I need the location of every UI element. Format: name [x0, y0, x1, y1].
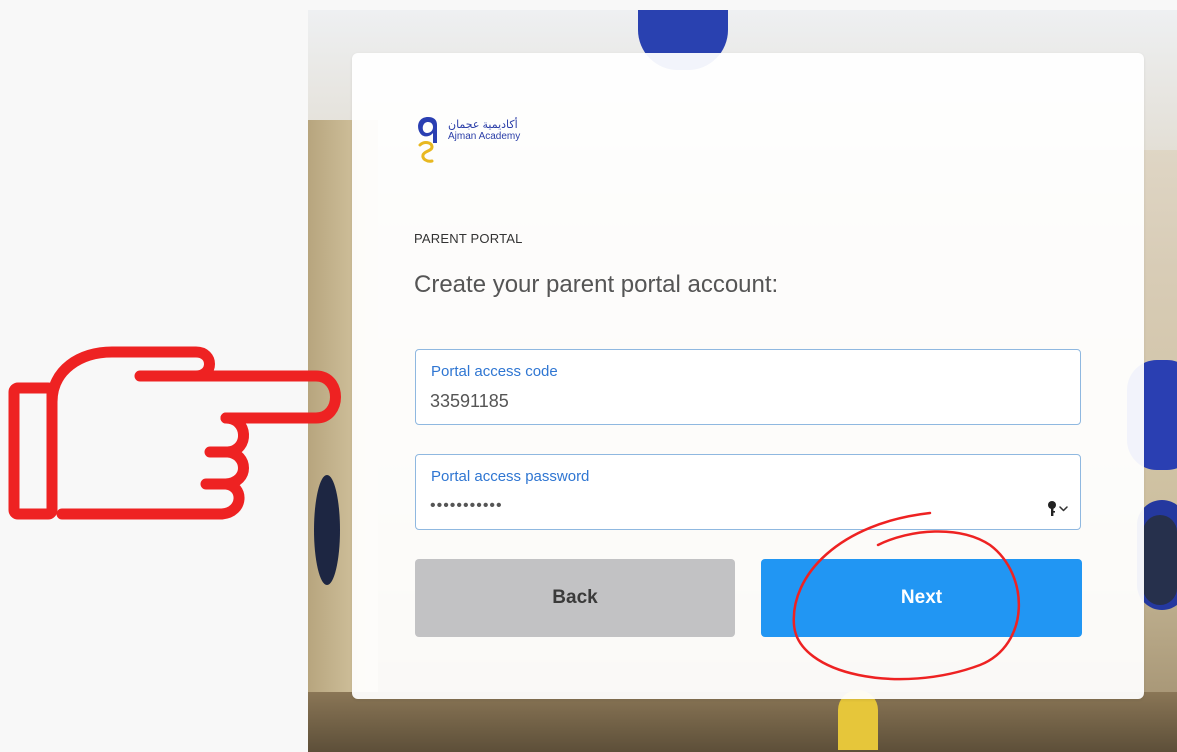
portal-section-label: PARENT PORTAL	[414, 231, 523, 246]
access-code-label: Portal access code	[431, 363, 558, 380]
background-yellow-shape	[838, 690, 878, 750]
logo-english-name: Ajman Academy	[448, 131, 521, 142]
ajman-academy-logo-icon	[418, 117, 437, 163]
back-button[interactable]: Back	[415, 559, 735, 637]
key-icon[interactable]	[1046, 500, 1070, 518]
logo-text: أكاديمية عجمان Ajman Academy	[448, 119, 520, 143]
background-ground	[308, 692, 1177, 752]
pointing-hand-icon	[8, 346, 341, 520]
access-code-field[interactable]: Portal access code	[415, 349, 1081, 425]
page-title: Create your parent portal account:	[414, 271, 779, 298]
page: أكاديمية عجمان Ajman Academy PARENT PORT…	[0, 0, 1177, 752]
logo-arabic-name: أكاديمية عجمان	[448, 119, 518, 131]
school-logo: أكاديمية عجمان Ajman Academy	[414, 113, 520, 165]
next-button[interactable]: Next	[761, 559, 1082, 637]
access-password-label: Portal access password	[431, 468, 590, 485]
access-password-input[interactable]	[430, 493, 1030, 519]
access-code-input[interactable]	[430, 388, 1030, 414]
login-card: أكاديمية عجمان Ajman Academy PARENT PORT…	[352, 53, 1144, 699]
access-password-field[interactable]: Portal access password	[415, 454, 1081, 530]
background-window	[1143, 515, 1177, 605]
